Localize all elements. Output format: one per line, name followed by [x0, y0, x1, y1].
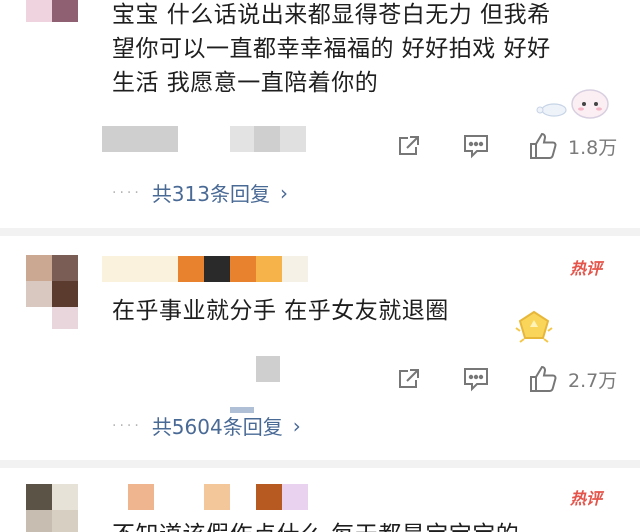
comment-text-line: 宝宝 什么话说出来都显得苍白无力 但我希	[112, 2, 551, 28]
comment-text-line: 生活 我愿意一直陪着你的	[112, 70, 379, 96]
like-count: 1.8万	[568, 136, 618, 159]
share-icon	[399, 136, 419, 155]
like-button[interactable]: 1.8万	[528, 131, 617, 161]
avatar[interactable]	[26, 255, 78, 307]
comment-text: 不知道该假作点什么 每天都是宝宝宝的	[112, 518, 519, 532]
like-button[interactable]: 2.7万	[528, 364, 617, 394]
avatar-corner	[52, 307, 78, 329]
reply-dots: ····	[112, 184, 142, 201]
comment-icon	[464, 135, 488, 159]
hot-comment-badge: 热评	[570, 489, 603, 508]
like-count: 2.7万	[568, 369, 618, 392]
replies-count-text: 共313条回复	[151, 182, 270, 206]
share-icon	[399, 369, 419, 388]
divider	[0, 460, 640, 468]
share-button[interactable]	[396, 133, 422, 159]
comment-button[interactable]	[462, 133, 490, 159]
avatar[interactable]	[26, 0, 78, 22]
thumbs-up-icon	[530, 132, 557, 159]
view-replies-link[interactable]: ···· 共313条回复 ›	[112, 178, 288, 207]
thumbs-up-icon	[530, 365, 557, 392]
comment-button[interactable]	[462, 366, 490, 392]
comment-text: 在乎事业就分手 在乎女友就退圈	[112, 294, 449, 328]
comment-text-line: 不知道该假作点什么 每天都是宝宝宝的	[112, 518, 519, 532]
replies-count-text: 共5604条回复	[151, 415, 283, 439]
hot-comment-badge: 热评	[570, 259, 603, 278]
username-blurred[interactable]	[128, 484, 308, 510]
reply-dots: ····	[112, 417, 142, 434]
comment-text-line: 望你可以一直都幸幸福福的 好好拍戏 好好	[112, 36, 551, 62]
share-button[interactable]	[396, 366, 422, 392]
comment-text: 宝宝 什么话说出来都显得苍白无力 但我希 望你可以一直都幸幸福福的 好好拍戏 好…	[112, 0, 551, 100]
blurred-media[interactable]	[102, 126, 178, 152]
blurred-media[interactable]	[256, 356, 280, 382]
blurred-strip	[230, 407, 254, 413]
divider	[0, 228, 640, 236]
username-blurred[interactable]	[102, 256, 308, 282]
cloud-sticker-icon	[534, 82, 612, 122]
comment-text-line: 在乎事业就分手 在乎女友就退圈	[112, 298, 449, 324]
medal-badge-icon	[510, 308, 558, 350]
chevron-right-icon: ›	[280, 180, 288, 205]
blurred-media[interactable]	[230, 126, 306, 152]
chevron-right-icon: ›	[292, 413, 301, 438]
view-replies-link[interactable]: ···· 共5604条回复 ›	[112, 411, 301, 440]
avatar[interactable]	[26, 484, 78, 532]
comment-icon	[464, 368, 488, 392]
